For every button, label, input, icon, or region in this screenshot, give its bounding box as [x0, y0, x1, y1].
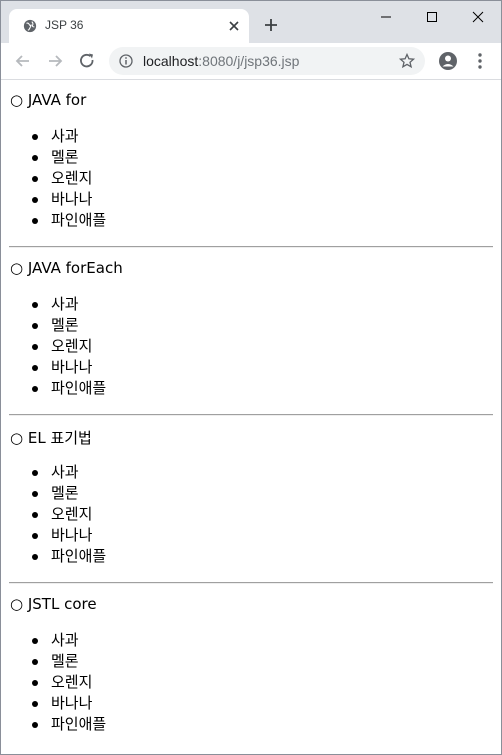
fruit-list: 사과 멜론 오렌지 바나나 파인애플 — [31, 630, 107, 735]
fruit-list: 사과 멜론 오렌지 바나나 파인애플 — [31, 294, 107, 399]
new-tab-icon[interactable] — [263, 17, 279, 33]
close-window-button[interactable] — [455, 1, 501, 33]
section-title: ○ EL 표기법 — [10, 429, 92, 447]
list-item: 멜론 — [31, 483, 106, 504]
list-item: 파인애플 — [31, 547, 107, 565]
profile-avatar-icon[interactable] — [438, 51, 458, 71]
url-text: localhost:8080/j/jsp36.jsp — [143, 53, 299, 69]
url-host: localhost — [143, 53, 199, 69]
close-icon — [472, 11, 484, 23]
list-item: 바나나 — [31, 693, 106, 714]
section-title: ○ JSTL core — [10, 595, 97, 613]
browser-tab[interactable]: JSP 36 — [9, 9, 249, 43]
back-icon[interactable] — [13, 51, 33, 71]
list-item: 파인애플 — [31, 715, 107, 733]
list-item: 바나나 — [31, 525, 106, 546]
fruit-list: 사과 멜론 오렌지 바나나 파인애플 — [31, 126, 107, 231]
maximize-button[interactable] — [409, 1, 455, 33]
minimize-button[interactable] — [363, 1, 409, 33]
list-item: 오렌지 — [31, 504, 106, 525]
info-icon[interactable] — [119, 54, 133, 68]
list-item: 오렌지 — [31, 336, 106, 357]
horizontal-rule — [9, 414, 493, 416]
list-item: 사과 — [31, 462, 106, 483]
reload-icon[interactable] — [77, 51, 97, 71]
tab-title: JSP 36 — [45, 18, 84, 32]
bookmark-star-icon[interactable] — [399, 53, 415, 69]
list-item: 오렌지 — [31, 168, 106, 189]
browser-window: JSP 36 localhost:8080/j/jsp36.jsp ○ JAVA… — [0, 0, 502, 755]
minimize-icon — [381, 16, 391, 18]
more-menu-icon[interactable] — [473, 51, 487, 71]
page-content: ○ JAVA for 사과 멜론 오렌지 바나나 파인애플 ○ JAVA for… — [1, 80, 501, 754]
list-item: 사과 — [31, 630, 106, 651]
forward-icon[interactable] — [45, 51, 65, 71]
list-item: 멜론 — [31, 651, 106, 672]
list-item: 사과 — [31, 126, 106, 147]
list-item: 멜론 — [31, 315, 106, 336]
list-item: 오렌지 — [31, 672, 106, 693]
title-bar: JSP 36 — [1, 1, 501, 43]
list-item: 사과 — [31, 294, 106, 315]
list-item: 파인애플 — [31, 211, 107, 229]
globe-icon — [23, 19, 37, 33]
list-item: 파인애플 — [31, 379, 107, 397]
horizontal-rule — [9, 246, 493, 248]
horizontal-rule — [9, 582, 493, 584]
section-title: ○ JAVA forEach — [10, 259, 123, 277]
list-item: 바나나 — [31, 189, 106, 210]
section-title: ○ JAVA for — [10, 91, 87, 109]
maximize-icon — [427, 12, 437, 22]
address-bar[interactable]: localhost:8080/j/jsp36.jsp — [109, 47, 425, 75]
close-tab-icon[interactable] — [227, 19, 241, 33]
browser-toolbar: localhost:8080/j/jsp36.jsp — [1, 43, 501, 80]
list-item: 멜론 — [31, 147, 106, 168]
list-item: 바나나 — [31, 357, 106, 378]
url-path: :8080/j/jsp36.jsp — [198, 53, 300, 69]
fruit-list: 사과 멜론 오렌지 바나나 파인애플 — [31, 462, 107, 567]
